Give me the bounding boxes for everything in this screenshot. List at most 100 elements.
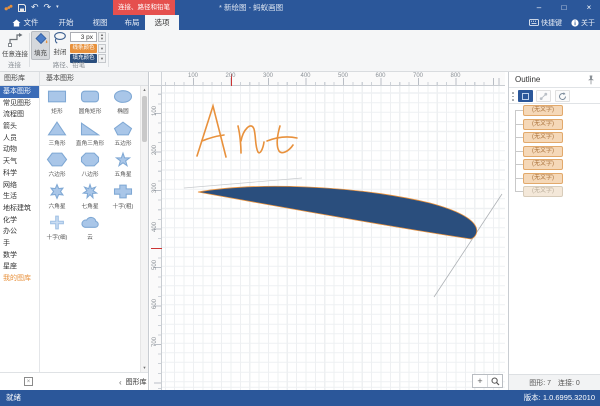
square-view-icon: [522, 93, 529, 100]
library-category[interactable]: 科学: [0, 168, 39, 180]
shape-pentagon[interactable]: 五边形: [106, 120, 139, 152]
refresh-button[interactable]: [555, 90, 570, 102]
pin-icon[interactable]: [587, 75, 595, 85]
qat-more-icon[interactable]: ▾: [56, 0, 59, 15]
shape-cloud[interactable]: 云: [74, 214, 107, 246]
library-scrollbar[interactable]: ▲ ▼: [140, 86, 148, 372]
library-category[interactable]: 数学: [0, 250, 39, 262]
shape-round-rect[interactable]: 圆角矩形: [74, 88, 107, 120]
any-connect-button[interactable]: 任意连接: [2, 32, 28, 58]
shape-ellipse[interactable]: 椭圆: [106, 88, 139, 120]
tab-2[interactable]: 布局: [118, 15, 146, 30]
star6-icon: [46, 183, 68, 200]
magnifier-icon: [491, 377, 500, 386]
contextual-tab-group: 连接、路径和铅笔: [113, 0, 175, 15]
outline-item[interactable]: (无文字): [523, 132, 563, 143]
redo-icon[interactable]: ↷: [44, 0, 52, 15]
h-ruler-number: 400: [300, 73, 310, 79]
outline-item[interactable]: (无文字): [523, 105, 563, 116]
shape-rect[interactable]: 矩形: [41, 88, 74, 120]
tree-stub: [515, 137, 523, 138]
undo-icon[interactable]: ↶: [31, 0, 39, 15]
ruler-corner: [150, 72, 162, 86]
library-category[interactable]: 化学: [0, 215, 39, 227]
v-ruler-number: 200: [152, 140, 158, 160]
shortcuts-button[interactable]: 快捷键: [529, 18, 562, 28]
line-color-button[interactable]: 线条颜色: [70, 44, 97, 53]
ribbon-tab-row: 文件 开始视图布局选项 快捷键 关于: [0, 15, 600, 30]
shape-label: 矩形: [52, 106, 63, 115]
outline-view-button[interactable]: [518, 90, 533, 102]
outline-item[interactable]: (无文字): [523, 146, 563, 157]
scroll-down-icon[interactable]: ▼: [141, 364, 148, 372]
ellipse-icon: [112, 88, 134, 105]
library-category[interactable]: 箭头: [0, 121, 39, 133]
library-category-list: 基本图形常见图形流程图箭头人员动物天气科学网络生活地标建筑化学办公手数学星座我的…: [0, 86, 40, 372]
shape-right-triangle[interactable]: 直角三角形: [74, 120, 107, 152]
about-button[interactable]: 关于: [571, 18, 595, 28]
stroke-width-input[interactable]: 3 px: [70, 32, 97, 42]
library-category[interactable]: 流程图: [0, 109, 39, 121]
library-collapse-button[interactable]: ‹ 图形库: [119, 373, 147, 391]
scroll-up-icon[interactable]: ▲: [141, 86, 148, 94]
v-ruler-number: 300: [152, 178, 158, 198]
library-category[interactable]: 地标建筑: [0, 203, 39, 215]
tab-file[interactable]: 文件: [6, 15, 44, 30]
shape-hexagon[interactable]: 六边形: [41, 151, 74, 183]
panel-toggle-icon[interactable]: ×: [24, 377, 33, 386]
maximize-button[interactable]: □: [559, 3, 569, 12]
library-category[interactable]: 天气: [0, 156, 39, 168]
library-category[interactable]: 动物: [0, 144, 39, 156]
library-category[interactable]: 我的图库: [0, 273, 39, 285]
magnifier-button[interactable]: [488, 375, 502, 387]
info-icon: [571, 19, 579, 27]
star5-icon: [112, 151, 134, 168]
scrollbar-thumb[interactable]: [142, 96, 147, 142]
outline-item[interactable]: (无文字): [523, 186, 563, 197]
relation-view-button[interactable]: [536, 90, 551, 102]
shape-triangle[interactable]: 三角形: [41, 120, 74, 152]
library-category[interactable]: 星座: [0, 261, 39, 273]
v-ruler-number: 500: [152, 255, 158, 275]
close-path-button[interactable]: 封闭: [51, 31, 69, 60]
library-category[interactable]: 生活: [0, 191, 39, 203]
minimize-button[interactable]: –: [534, 3, 544, 12]
library-category[interactable]: 网络: [0, 180, 39, 192]
shape-label: 六角星: [49, 201, 66, 210]
tab-0[interactable]: 开始: [52, 15, 80, 30]
drawing-canvas[interactable]: [162, 86, 505, 390]
line-color-dropdown[interactable]: ▼: [98, 44, 106, 53]
keyboard-icon: [529, 19, 539, 26]
v-ruler-number: 100: [152, 101, 158, 121]
round-rect-icon: [79, 88, 101, 105]
ribbon: 任意连接 连接 填充 封闭 3 px ▲▼ 线条颜色 ▼ 填充颜色 ▼ 路径、铅…: [0, 30, 600, 72]
outline-item[interactable]: (无文字): [523, 159, 563, 170]
grip-dots-icon[interactable]: [512, 92, 514, 101]
outline-item[interactable]: (无文字): [523, 119, 563, 130]
tab-options-active[interactable]: 选项: [145, 15, 179, 30]
library-category[interactable]: 人员: [0, 133, 39, 145]
outline-footer: 图形: 7 连接: 0: [509, 374, 600, 390]
outline-header: Outline: [509, 72, 600, 88]
zoom-in-button[interactable]: +: [473, 375, 488, 387]
shape-star6[interactable]: 六角星: [41, 183, 74, 215]
window-controls: – □ ×: [534, 0, 594, 15]
shape-star5[interactable]: 五角星: [106, 151, 139, 183]
library-category[interactable]: 办公: [0, 226, 39, 238]
library-bottom-bar: × ‹ 图形库: [0, 372, 148, 390]
tree-stub: [515, 151, 523, 152]
shape-star7[interactable]: 七角星: [74, 183, 107, 215]
stroke-width-stepper[interactable]: ▲▼: [98, 32, 106, 42]
save-icon[interactable]: [18, 4, 26, 12]
shape-cross-thick[interactable]: 十字(粗): [106, 183, 139, 215]
shape-cross-thin[interactable]: 十字(细): [41, 214, 74, 246]
library-category[interactable]: 常见图形: [0, 98, 39, 110]
outline-item[interactable]: (无文字): [523, 173, 563, 184]
library-category[interactable]: 手: [0, 238, 39, 250]
close-button[interactable]: ×: [584, 3, 594, 12]
fill-tool-button[interactable]: 填充: [31, 31, 50, 60]
connector-icon: [7, 32, 23, 47]
shape-octagon[interactable]: 八边形: [74, 151, 107, 183]
library-category[interactable]: 基本图形: [0, 86, 39, 98]
tab-1[interactable]: 视图: [86, 15, 114, 30]
